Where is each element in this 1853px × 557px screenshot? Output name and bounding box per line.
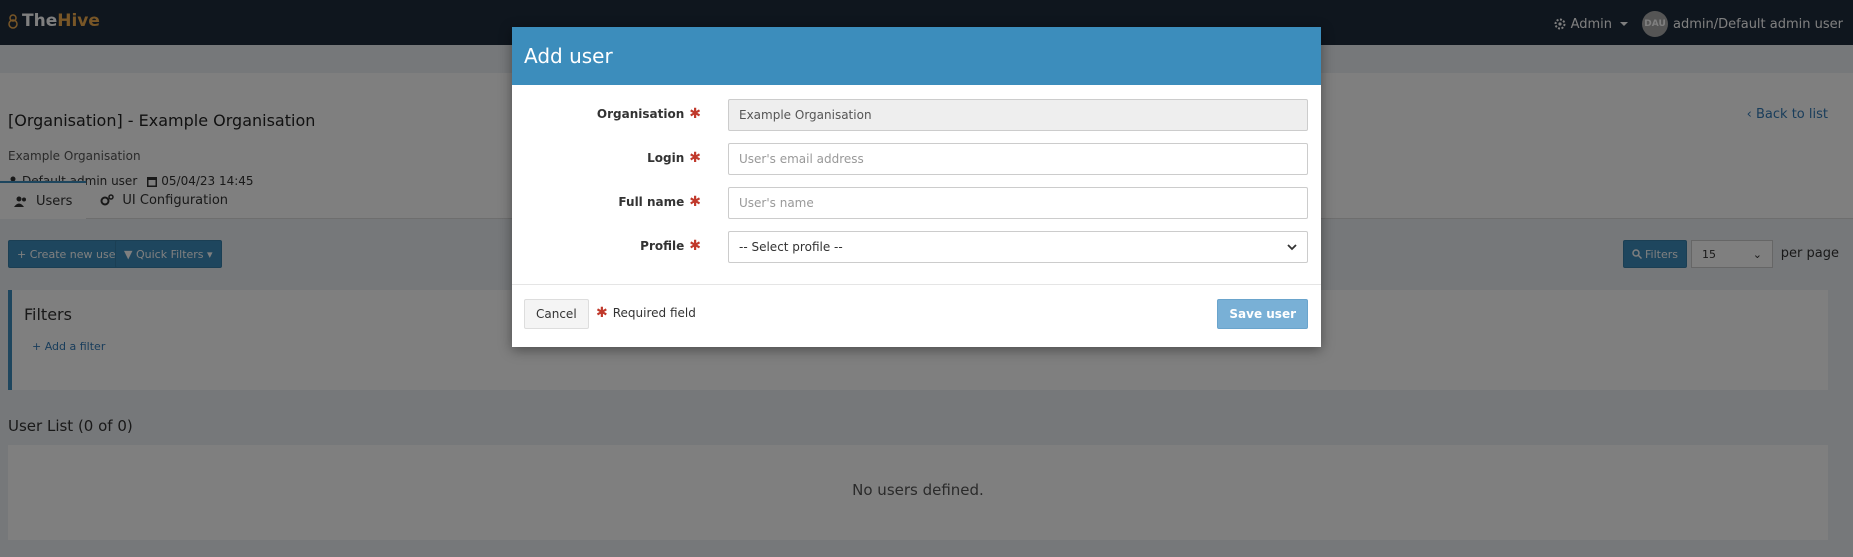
full-name-label: Full name ✱ [618, 195, 701, 209]
required-asterisk-icon: ✱ [596, 305, 608, 321]
save-user-button[interactable]: Save user [1217, 299, 1308, 329]
organisation-label-text: Organisation [596, 107, 685, 121]
organisation-label: Organisation ✱ [597, 107, 701, 121]
modal-footer: Cancel ✱ Required field Save user [512, 285, 1321, 345]
organisation-field [728, 99, 1308, 131]
login-field[interactable] [728, 143, 1308, 175]
full-name-field[interactable] [728, 187, 1308, 219]
profile-selected: -- Select profile -- [739, 240, 843, 254]
chevron-down-icon [1287, 243, 1297, 250]
profile-row: Profile ✱ -- Select profile -- [512, 231, 1321, 263]
login-row: Login ✱ [512, 143, 1321, 175]
required-asterisk-icon: ✱ [689, 238, 701, 254]
required-asterisk-icon: ✱ [689, 106, 701, 122]
add-user-dialog: Add user Organisation ✱ Login ✱ Full nam… [512, 27, 1321, 347]
modal-header: Add user [512, 27, 1321, 85]
modal-body: Organisation ✱ Login ✱ Full name ✱ Profi… [512, 85, 1321, 285]
required-field-note: ✱ Required field [596, 306, 696, 320]
profile-select[interactable]: -- Select profile -- [728, 231, 1308, 263]
organisation-row: Organisation ✱ [512, 99, 1321, 131]
required-asterisk-icon: ✱ [689, 194, 701, 210]
cancel-button[interactable]: Cancel [524, 299, 589, 329]
login-label: Login ✱ [647, 151, 701, 165]
login-label-text: Login [647, 151, 685, 165]
required-asterisk-icon: ✱ [689, 150, 701, 166]
required-field-text: Required field [612, 306, 696, 320]
full-name-row: Full name ✱ [512, 187, 1321, 219]
profile-label-text: Profile [640, 239, 685, 253]
full-name-label-text: Full name [618, 195, 685, 209]
profile-label: Profile ✱ [640, 239, 701, 253]
modal-title: Add user [524, 44, 613, 68]
